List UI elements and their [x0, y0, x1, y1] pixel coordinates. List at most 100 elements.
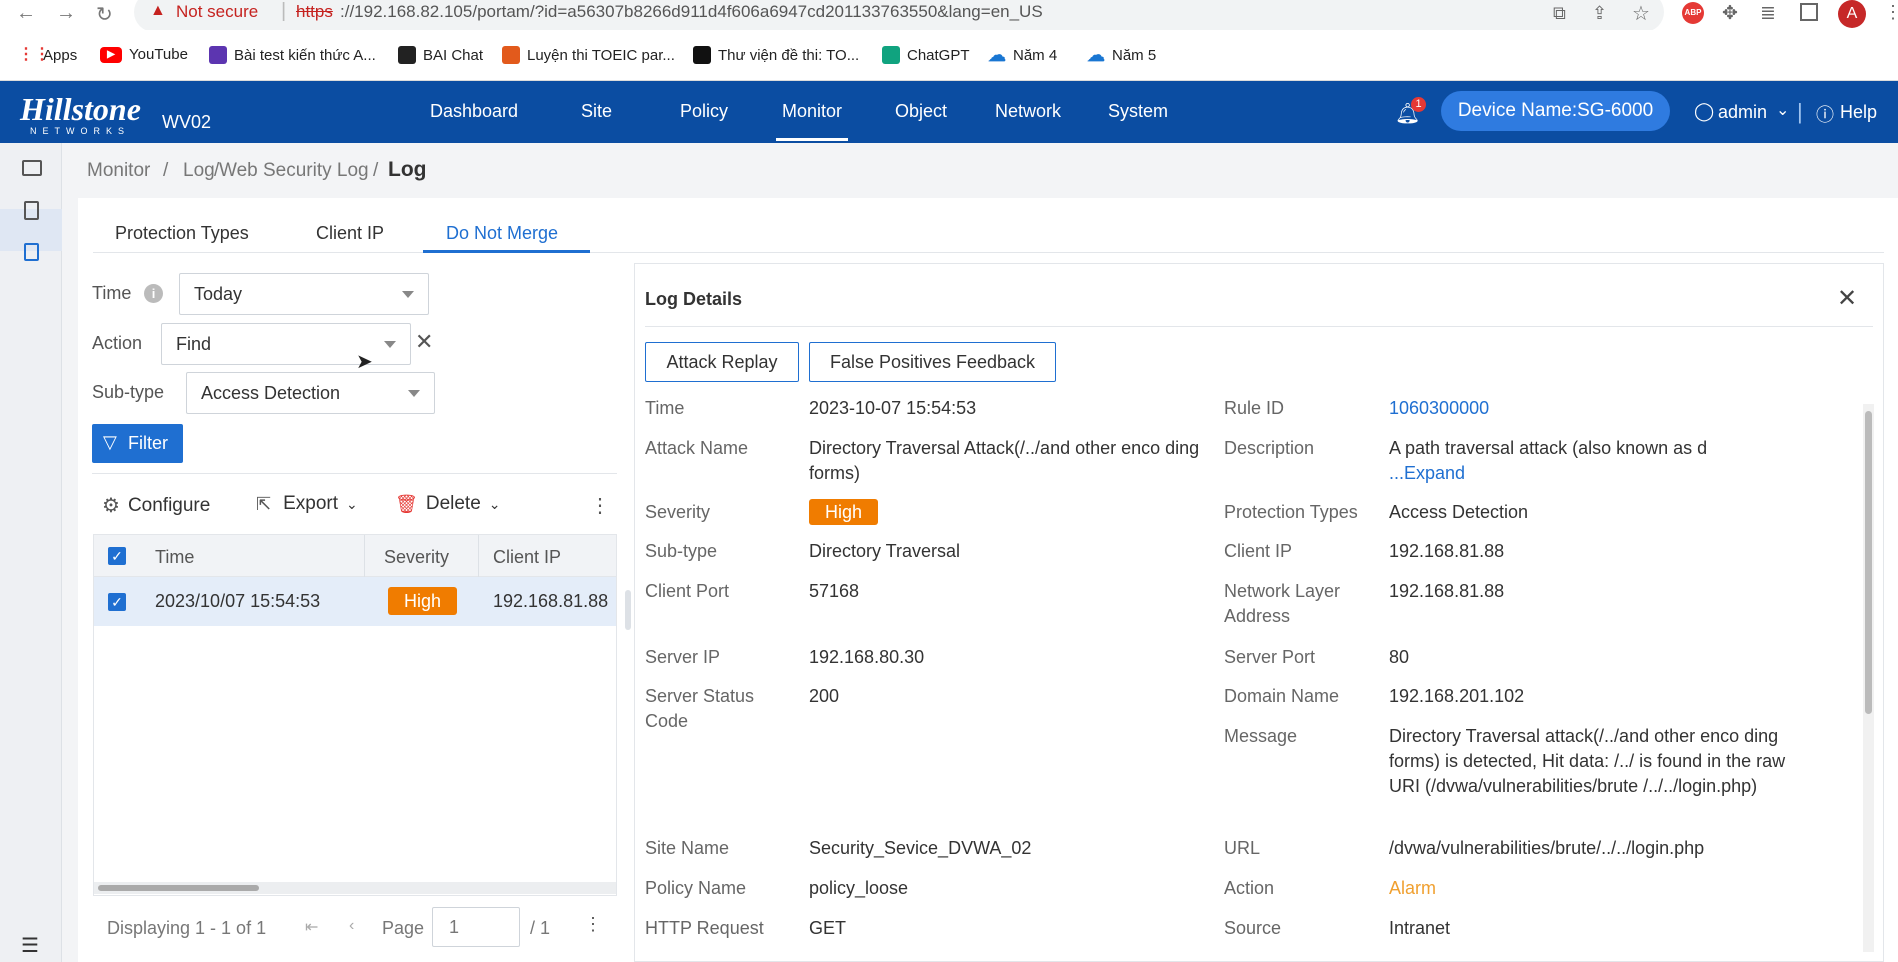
nav-object[interactable]: Object	[895, 101, 947, 122]
page-title: Log	[388, 158, 427, 181]
bookmark-label: Bài test kiến thức A...	[234, 46, 376, 64]
share-icon[interactable]: ⇪	[1592, 3, 1607, 24]
col-client-ip[interactable]: Client IP	[493, 547, 561, 568]
help-menu[interactable]: Help	[1840, 102, 1877, 123]
user-menu[interactable]: admin	[1718, 102, 1767, 123]
log-table: ✓ Time Severity Client IP ✓ 2023/10/07 1…	[93, 534, 617, 896]
export-icon: ⇱	[256, 493, 272, 514]
bai-icon	[398, 46, 416, 64]
export-button[interactable]: ⇱ Export ⌄	[256, 493, 358, 515]
nav-monitor[interactable]: Monitor	[776, 101, 849, 141]
apps-grid-icon: ⋮⋮	[18, 46, 50, 63]
close-icon[interactable]: ✕	[1837, 284, 1857, 313]
expand-link[interactable]: ...Expand	[1389, 461, 1465, 486]
horizontal-scrollbar[interactable]	[94, 882, 616, 894]
severity-badge: High	[809, 499, 878, 525]
device-name-pill[interactable]: Device Name:SG-6000	[1441, 91, 1670, 131]
detail-value: 192.168.81.88	[1389, 581, 1505, 601]
detail-key: Description	[1224, 438, 1315, 458]
pager-more-icon[interactable]: ⋮	[584, 914, 602, 935]
bookmark-item[interactable]: Thư viện đề thi: TO...	[693, 46, 859, 64]
col-time[interactable]: Time	[155, 547, 194, 568]
first-page-icon[interactable]: ⇤	[305, 917, 318, 937]
bookmark-item[interactable]: BAI Chat	[398, 46, 483, 64]
select-all-checkbox[interactable]: ✓	[108, 547, 126, 565]
bookmark-label: ChatGPT	[907, 46, 970, 64]
breadcrumb-monitor[interactable]: Monitor	[87, 160, 150, 182]
caret-down-icon	[402, 291, 414, 298]
detail-key: Client Port	[645, 581, 730, 601]
detail-value: Access Detection	[1389, 502, 1529, 522]
nav-network[interactable]: Network	[995, 101, 1061, 122]
bookmark-label: Thư viện đề thi: TO...	[718, 46, 860, 64]
side-panel-icon[interactable]	[1800, 3, 1818, 21]
clear-filter-icon[interactable]: ✕	[415, 329, 433, 355]
table-header: ✓ Time Severity Client IP	[94, 535, 616, 577]
bookmark-item[interactable]: ▶ YouTube	[100, 46, 188, 63]
bookmark-item[interactable]: ChatGPT	[882, 46, 970, 64]
profile-avatar[interactable]: A	[1838, 0, 1866, 28]
tab-protection-types[interactable]: Protection Types	[115, 223, 249, 244]
address-bar[interactable]: ▲ Not secure | https ://192.168.82.105/p…	[134, 0, 1664, 32]
details-scrollbar-thumb[interactable]	[1865, 411, 1872, 714]
tab-client-ip[interactable]: Client IP	[316, 223, 384, 244]
translate-icon[interactable]: ⧉	[1553, 3, 1566, 24]
detail-value: 80	[1389, 647, 1410, 667]
detail-key: Time	[645, 398, 685, 418]
prev-page-icon[interactable]: ‹	[349, 917, 354, 935]
time-select[interactable]: Today	[179, 273, 429, 315]
menu-icon[interactable]: ⋮	[1884, 2, 1898, 23]
detail-key: Protection Types	[1224, 502, 1358, 522]
time-label: Time	[92, 283, 132, 303]
back-icon[interactable]: ←	[16, 2, 36, 25]
info-icon[interactable]: i	[144, 284, 163, 303]
detail-value: Security_Sevice_DVWA_02	[809, 838, 1032, 858]
filter-button[interactable]: ▽ Filter	[92, 424, 183, 463]
trash-icon: 🗑︎	[395, 493, 418, 514]
breadcrumb-web-security-log[interactable]: Web Security Log	[219, 160, 369, 182]
nav-system[interactable]: System	[1108, 101, 1168, 122]
forward-icon[interactable]: →	[56, 2, 76, 25]
reload-icon[interactable]: ↻	[96, 2, 113, 27]
detail-value: 192.168.81.88	[1389, 541, 1505, 561]
bookmark-item[interactable]: ☁ Năm 5	[1087, 46, 1156, 64]
details-scrollbar[interactable]	[1863, 404, 1874, 952]
subtype-select[interactable]: Access Detection	[186, 372, 435, 414]
adblock-icon[interactable]: ABP	[1682, 2, 1704, 24]
chevron-down-icon: ⌄	[346, 495, 358, 512]
nav-site[interactable]: Site	[581, 101, 612, 122]
nav-policy[interactable]: Policy	[680, 101, 728, 122]
rule-id-link[interactable]: 1060300000	[1389, 396, 1789, 421]
reading-list-icon[interactable]: ≣	[1760, 2, 1776, 25]
detail-key: Sub-type	[645, 541, 718, 561]
breadcrumb-log[interactable]: Log	[183, 160, 215, 182]
row-checkbox[interactable]: ✓	[108, 593, 126, 611]
tab-do-not-merge[interactable]: Do Not Merge	[446, 223, 558, 244]
scrollbar-thumb[interactable]	[98, 885, 259, 891]
collapse-menu-icon[interactable]: ☰	[21, 933, 39, 958]
bookmark-star-icon[interactable]: ☆	[1632, 1, 1650, 26]
bookmark-item[interactable]: Luyện thi TOEIC par...	[502, 46, 675, 64]
more-icon[interactable]: ⋮	[590, 493, 610, 518]
monitor-dashboard-icon[interactable]	[22, 160, 42, 176]
attack-replay-button[interactable]: Attack Replay	[645, 342, 799, 382]
detail-key: Network Layer Address	[1224, 581, 1341, 626]
detail-key: Severity	[645, 502, 711, 522]
bookmark-item[interactable]: ☁ Năm 4	[988, 46, 1057, 64]
delete-button[interactable]: 🗑︎ Delete ⌄	[395, 493, 501, 515]
bookmark-item[interactable]: Bài test kiến thức A...	[209, 46, 376, 64]
nav-dashboard[interactable]: Dashboard	[430, 101, 518, 122]
bookmark-item[interactable]: ⋮⋮ Apps	[18, 46, 77, 64]
col-severity[interactable]: Severity	[384, 547, 449, 568]
extensions-icon[interactable]: ✥	[1722, 2, 1738, 25]
page-input[interactable]: 1	[432, 907, 520, 947]
report-icon[interactable]	[24, 201, 39, 220]
false-positives-feedback-button[interactable]: False Positives Feedback	[809, 342, 1056, 382]
row-time: 2023/10/07 15:54:53	[155, 591, 321, 611]
log-icon[interactable]	[24, 243, 39, 261]
configure-button[interactable]: ⚙ Configure	[102, 493, 210, 518]
resize-handle[interactable]	[625, 590, 631, 630]
severity-badge: High	[388, 587, 457, 615]
action-select[interactable]: Find	[161, 323, 411, 365]
table-row[interactable]: ✓ 2023/10/07 15:54:53 High 192.168.81.88	[94, 577, 616, 626]
